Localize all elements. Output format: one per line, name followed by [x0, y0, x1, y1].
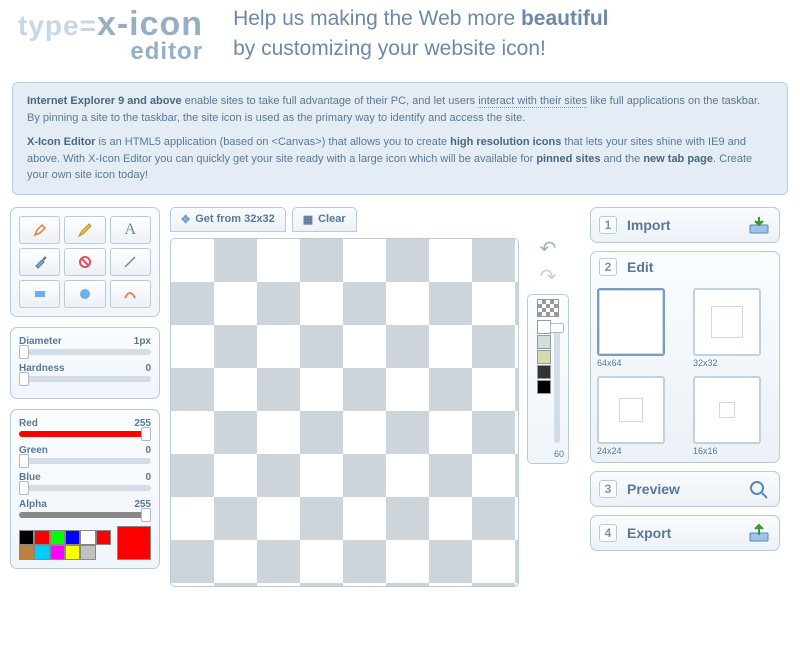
- interact-link[interactable]: interact with their sites: [478, 95, 587, 108]
- color-swatch[interactable]: [19, 545, 34, 560]
- tool-palette: A: [10, 207, 160, 317]
- color-settings: Red255 Green0 Blue0 Alpha255: [10, 409, 160, 569]
- color-swatch[interactable]: [65, 545, 80, 560]
- tool-circle[interactable]: [64, 280, 105, 308]
- pixel-canvas[interactable]: [170, 238, 519, 587]
- step-preview[interactable]: 3 Preview: [590, 471, 780, 507]
- size-thumb-24x24[interactable]: 24x24: [597, 376, 677, 456]
- color-swatch[interactable]: [80, 530, 95, 545]
- diameter-slider[interactable]: [19, 349, 151, 355]
- opacity-color[interactable]: [537, 380, 551, 394]
- opacity-value: 60: [554, 449, 564, 459]
- header: type=x-icon editor Help us making the We…: [0, 0, 800, 70]
- color-swatch[interactable]: [65, 530, 80, 545]
- opacity-color[interactable]: [537, 365, 551, 379]
- size-thumb-64x64[interactable]: 64x64: [597, 288, 677, 368]
- color-swatch[interactable]: [80, 545, 95, 560]
- step-export[interactable]: 4 Export: [590, 515, 780, 551]
- current-color: [117, 526, 151, 560]
- checker-icon: ▦: [303, 213, 313, 226]
- expand-icon: ✥: [181, 213, 190, 226]
- brush-settings: Diameter1px Hardness0: [10, 327, 160, 399]
- hardness-slider[interactable]: [19, 376, 151, 382]
- opacity-slider[interactable]: [554, 323, 560, 443]
- opacity-color[interactable]: [537, 320, 551, 334]
- blue-slider[interactable]: [19, 485, 151, 491]
- opacity-color[interactable]: [537, 335, 551, 349]
- red-slider[interactable]: [19, 431, 151, 437]
- export-icon: [747, 522, 771, 544]
- opacity-panel: 60: [527, 294, 569, 464]
- tool-line[interactable]: [110, 248, 151, 276]
- size-thumb-32x32[interactable]: 32x32: [693, 288, 773, 368]
- redo-button[interactable]: ↷: [534, 266, 562, 288]
- tool-eyedropper[interactable]: [19, 248, 60, 276]
- opacity-color[interactable]: [537, 350, 551, 364]
- get-from-button[interactable]: ✥ Get from 32x32: [170, 207, 286, 232]
- undo-button[interactable]: ↶: [534, 238, 562, 260]
- transparency-icon: [537, 299, 559, 317]
- tagline: Help us making the Web more beautiful by…: [233, 5, 608, 66]
- diameter-value: 1px: [134, 336, 151, 347]
- logo: type=x-icon editor: [18, 5, 203, 66]
- alpha-slider[interactable]: [19, 512, 151, 518]
- clear-button[interactable]: ▦ Clear: [292, 207, 357, 232]
- preview-icon: [747, 478, 771, 500]
- tool-pencil[interactable]: [64, 216, 105, 244]
- color-swatch[interactable]: [34, 530, 49, 545]
- tool-brush[interactable]: [19, 216, 60, 244]
- tool-curve[interactable]: [110, 280, 151, 308]
- step-edit: 2 Edit 64x6432x3224x2416x16: [590, 251, 780, 463]
- color-swatch[interactable]: [34, 545, 49, 560]
- step-import[interactable]: 1 Import: [590, 207, 780, 243]
- color-swatch[interactable]: [19, 530, 34, 545]
- tool-rectangle[interactable]: [19, 280, 60, 308]
- green-slider[interactable]: [19, 458, 151, 464]
- color-swatch[interactable]: [50, 530, 65, 545]
- import-icon: [747, 214, 771, 236]
- info-box: Internet Explorer 9 and above enable sit…: [12, 82, 788, 195]
- size-thumb-16x16[interactable]: 16x16: [693, 376, 773, 456]
- tool-eraser[interactable]: [64, 248, 105, 276]
- hardness-value: 0: [145, 363, 151, 374]
- color-swatch[interactable]: [50, 545, 65, 560]
- color-swatch[interactable]: [96, 530, 111, 545]
- tool-text[interactable]: A: [110, 216, 151, 244]
